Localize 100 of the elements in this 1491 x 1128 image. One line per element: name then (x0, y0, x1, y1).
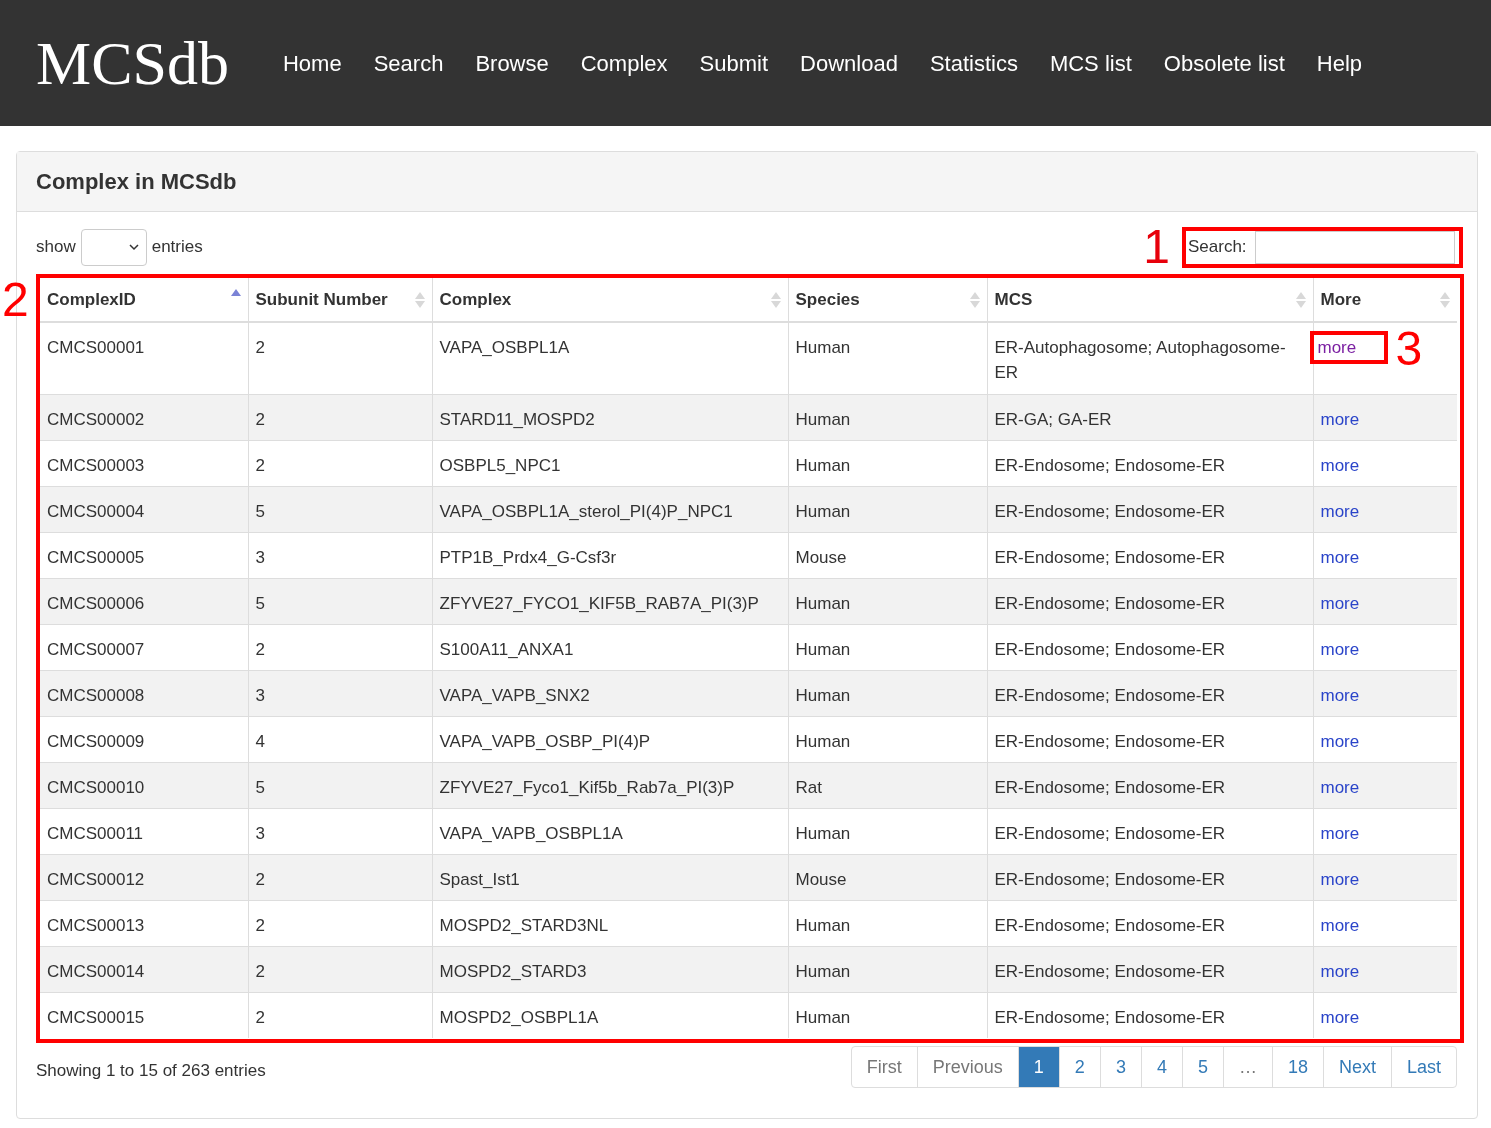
more-link[interactable]: more (1320, 547, 1360, 567)
nav-link[interactable]: Search (357, 46, 460, 80)
table-cell: ER-Endosome; Endosome-ER (987, 946, 1313, 992)
table-cell: STARD11_MOSPD2 (432, 394, 788, 440)
table-cell: ER-Endosome; Endosome-ER (987, 670, 1313, 716)
table-cell: VAPA_OSBPL1A (432, 322, 788, 394)
table-cell: ER-Endosome; Endosome-ER (987, 992, 1313, 1038)
table-cell: CMCS00015 (40, 992, 248, 1038)
more-link[interactable]: more (1320, 639, 1360, 659)
table-cell: Human (788, 394, 987, 440)
search-field[interactable] (1254, 230, 1455, 264)
table-cell: MOSPD2_STARD3NL (432, 900, 788, 946)
table-cell: CMCS00012 (40, 854, 248, 900)
table-cell: CMCS00006 (40, 578, 248, 624)
table-cell: Human (788, 946, 987, 992)
table-cell: VAPA_VAPB_OSBPL1A (432, 808, 788, 854)
table-cell: Human (788, 624, 987, 670)
more-link[interactable]: more (1320, 409, 1360, 429)
search-label: Search: (1188, 236, 1247, 259)
table-info: Showing 1 to 15 of 263 entries (36, 1060, 266, 1082)
more-link[interactable]: more (1320, 501, 1360, 521)
table-cell: CMCS00010 (40, 762, 248, 808)
page-button[interactable]: Last (1390, 1047, 1456, 1087)
more-link[interactable]: more (1320, 455, 1360, 475)
page-button[interactable]: Next (1322, 1047, 1391, 1087)
entries-label: entries (151, 236, 203, 259)
nav-link[interactable]: Home (266, 46, 358, 80)
table-cell: ER-Autophagosome; Autophagosome-ER (987, 322, 1313, 394)
table-cell: ER-Endosome; Endosome-ER (987, 624, 1313, 670)
nav-link[interactable]: MCS list (1033, 46, 1148, 80)
page-button[interactable]: 4 (1140, 1047, 1182, 1087)
nav-link[interactable]: Submit (683, 46, 785, 80)
more-link[interactable]: more (1320, 777, 1360, 797)
table-cell: 2 (248, 624, 432, 670)
panel-title: Complex in MCSdb (36, 168, 237, 196)
table-cell: 5 (248, 486, 432, 532)
table-cell: ER-Endosome; Endosome-ER (987, 808, 1313, 854)
site-logo[interactable]: MCSdb (36, 32, 229, 94)
page-button[interactable]: 3 (1099, 1047, 1141, 1087)
table-cell: 2 (248, 900, 432, 946)
table-cell: Rat (788, 762, 987, 808)
more-link[interactable]: more (1320, 731, 1360, 751)
more-link[interactable]: more (1317, 335, 1357, 360)
table-cell: ER-Endosome; Endosome-ER (987, 440, 1313, 486)
annotation-number: 3 (1395, 325, 1423, 373)
more-link[interactable]: more (1320, 961, 1360, 981)
table-cell: MOSPD2_STARD3 (432, 946, 788, 992)
table-cell: ER-Endosome; Endosome-ER (987, 578, 1313, 624)
table-cell: Human (788, 900, 987, 946)
table-cell: 2 (248, 440, 432, 486)
table-cell: ZFYVE27_FYCO1_KIF5B_RAB7A_PI(3)P (432, 578, 788, 624)
table-cell: Spast_Ist1 (432, 854, 788, 900)
table-cell: 2 (248, 946, 432, 992)
table-cell: 2 (248, 322, 432, 394)
table-cell: Human (788, 992, 987, 1038)
more-link[interactable]: more (1320, 823, 1360, 843)
table-cell: ER-GA; GA-ER (987, 394, 1313, 440)
more-link[interactable]: more (1320, 869, 1360, 889)
page-button[interactable]: 2 (1058, 1047, 1100, 1087)
table-cell: 2 (248, 854, 432, 900)
table-cell: ER-Endosome; Endosome-ER (987, 762, 1313, 808)
table-cell: OSBPL5_NPC1 (432, 440, 788, 486)
page-button[interactable]: 1 (1017, 1047, 1059, 1087)
table-cell: 5 (248, 762, 432, 808)
table-cell: 2 (248, 992, 432, 1038)
table-cell: ER-Endosome; Endosome-ER (987, 900, 1313, 946)
page-button[interactable]: 5 (1181, 1047, 1223, 1087)
chevron-down-icon (128, 243, 139, 251)
table-cell: S100A11_ANXA1 (432, 624, 788, 670)
nav-link[interactable]: Download (784, 46, 914, 80)
table-cell: 2 (248, 394, 432, 440)
table-cell: CMCS00002 (40, 394, 248, 440)
table-cell: Human (788, 486, 987, 532)
table-cell: ZFYVE27_Fyco1_Kif5b_Rab7a_PI(3)P (432, 762, 788, 808)
nav-link[interactable]: Help (1300, 46, 1379, 80)
nav-link[interactable]: Statistics (913, 46, 1034, 80)
more-link[interactable]: more (1320, 915, 1360, 935)
table-cell: ER-Endosome; Endosome-ER (987, 716, 1313, 762)
more-link[interactable]: more (1320, 593, 1360, 613)
table-cell: 5 (248, 578, 432, 624)
more-link[interactable]: more (1320, 685, 1360, 705)
more-link[interactable]: more (1320, 1007, 1360, 1027)
nav-link[interactable]: Obsolete list (1147, 46, 1301, 80)
annotation-number: 1 (1143, 223, 1170, 271)
page-button[interactable]: 18 (1271, 1047, 1323, 1087)
table-cell: VAPA_VAPB_SNX2 (432, 670, 788, 716)
table-cell: CMCS00001 (40, 322, 248, 394)
table-cell: CMCS00004 (40, 486, 248, 532)
table-cell: VAPA_OSBPL1A_sterol_PI(4)P_NPC1 (432, 486, 788, 532)
table-cell: Human (788, 808, 987, 854)
table-cell: CMCS00008 (40, 670, 248, 716)
table-cell: 3 (248, 532, 432, 578)
table-cell: Human (788, 670, 987, 716)
table-cell: CMCS00013 (40, 900, 248, 946)
table-cell: 3 (248, 808, 432, 854)
table-cell: Human (788, 716, 987, 762)
nav-link[interactable]: Complex (564, 46, 684, 80)
table-cell: CMCS00007 (40, 624, 248, 670)
table-cell: CMCS00009 (40, 716, 248, 762)
nav-link[interactable]: Browse (459, 46, 565, 80)
